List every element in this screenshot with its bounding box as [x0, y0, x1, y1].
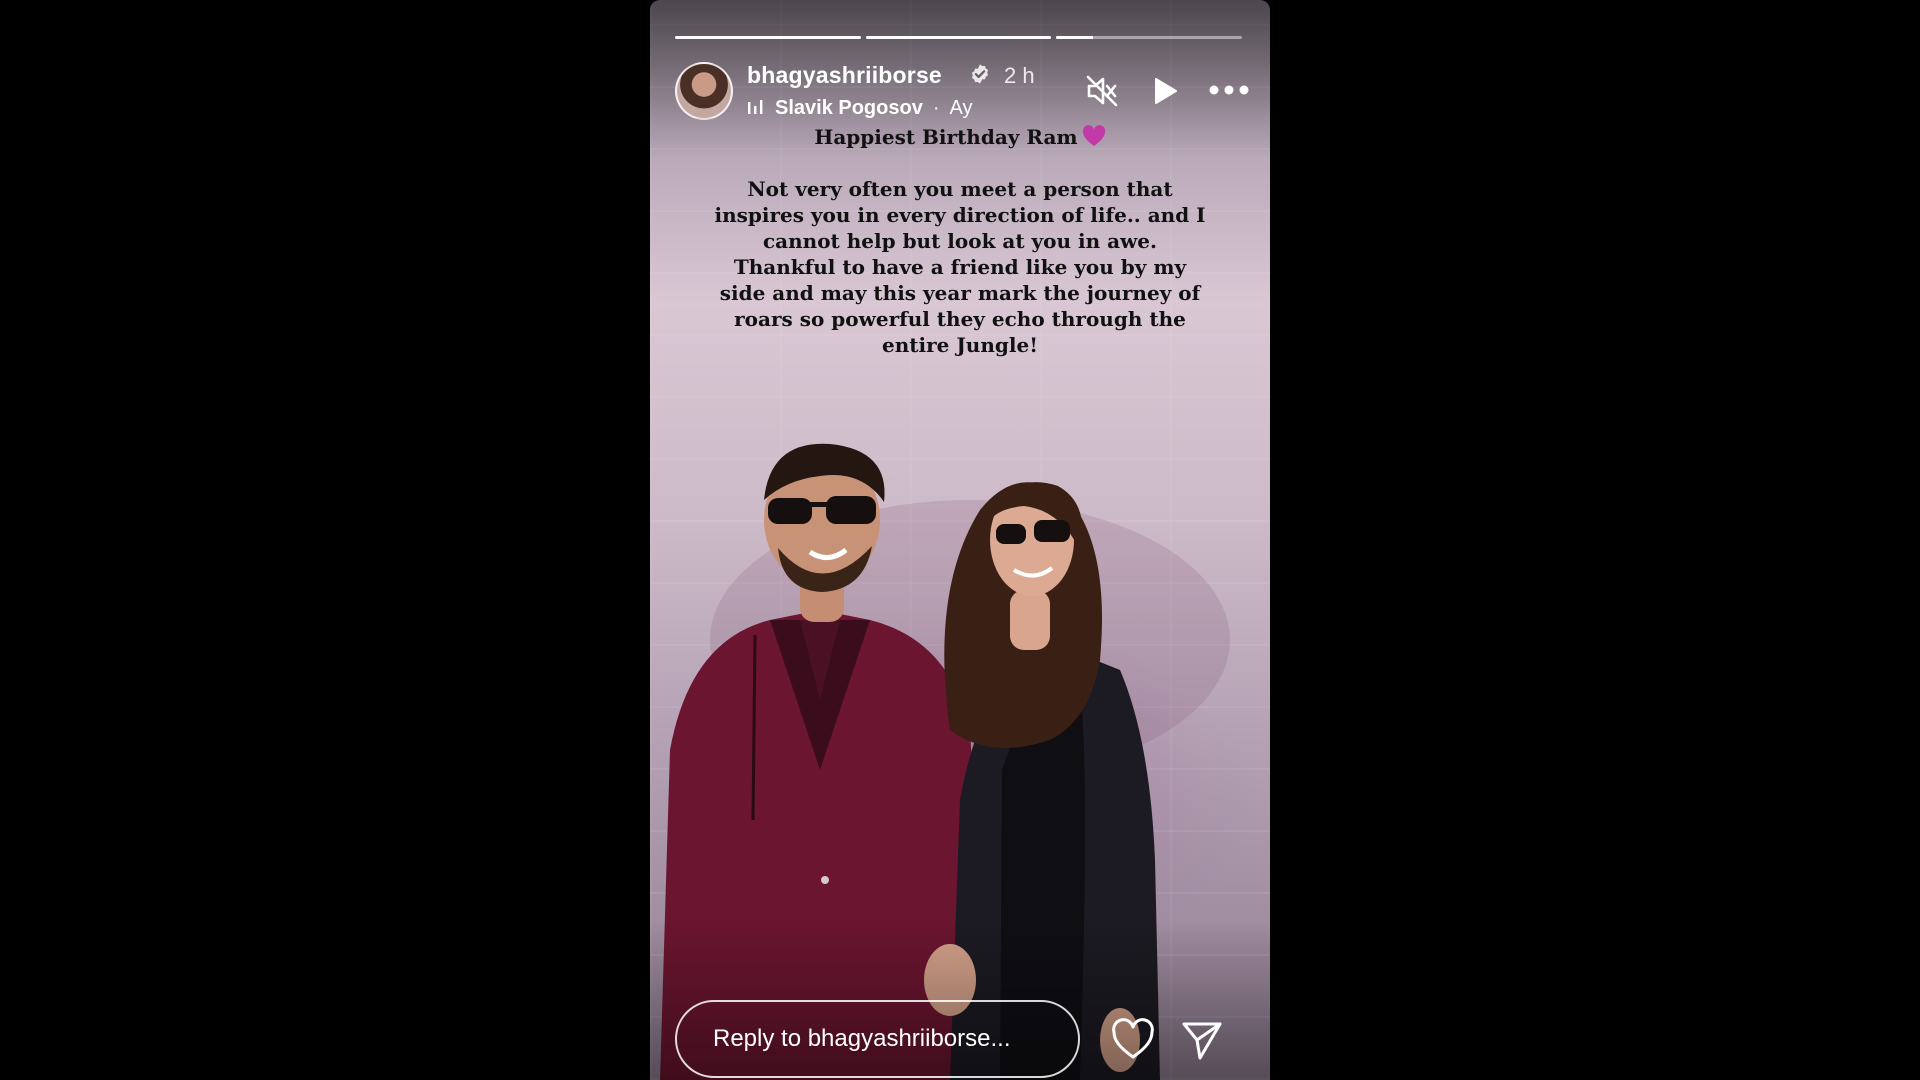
audio-bars-icon	[748, 100, 763, 114]
story-progress-fill	[865, 36, 1052, 39]
story-header: bhagyashriiborse 2 h Slavik Pogosov · Ay	[675, 60, 1249, 124]
avatar[interactable]	[675, 62, 733, 120]
caption-body: Not very often you meet a person that in…	[714, 177, 1206, 357]
story-progress-fill	[1056, 36, 1094, 39]
caption-title-text: Happiest Birthday Ram	[814, 125, 1078, 149]
post-time: 2 h	[1004, 63, 1035, 88]
reply-input[interactable]: Reply to bhagyashriiborse...	[675, 1000, 1080, 1078]
reply-placeholder: Reply to bhagyashriiborse...	[713, 1025, 1011, 1052]
story-progress-segment	[1056, 36, 1243, 39]
verified-badge-icon	[971, 64, 989, 84]
music-separator: ·	[932, 96, 940, 119]
more-options-icon[interactable]	[1207, 78, 1251, 102]
username[interactable]: bhagyashriiborse	[747, 62, 942, 89]
music-attribution[interactable]: Slavik Pogosov · Ay	[747, 96, 973, 120]
heart-icon[interactable]	[1110, 1018, 1156, 1062]
story-progress-segment	[865, 36, 1052, 39]
music-artist: Slavik Pogosov	[775, 96, 923, 119]
muted-speaker-icon[interactable]	[1085, 74, 1119, 108]
music-track: Ay	[949, 96, 973, 119]
story-progress-segment	[675, 36, 861, 39]
purple-heart-icon	[1082, 125, 1105, 146]
story-viewer[interactable]: bhagyashriiborse 2 h Slavik Pogosov · Ay	[650, 0, 1270, 1080]
caption-title: Happiest Birthday Ram	[814, 124, 1105, 150]
story-caption: Happiest Birthday Ram Not very often you…	[710, 124, 1210, 358]
play-icon[interactable]	[1147, 74, 1181, 108]
story-progress-bars	[675, 36, 1243, 39]
story-progress-fill	[675, 36, 861, 39]
send-icon[interactable]	[1180, 1018, 1224, 1062]
